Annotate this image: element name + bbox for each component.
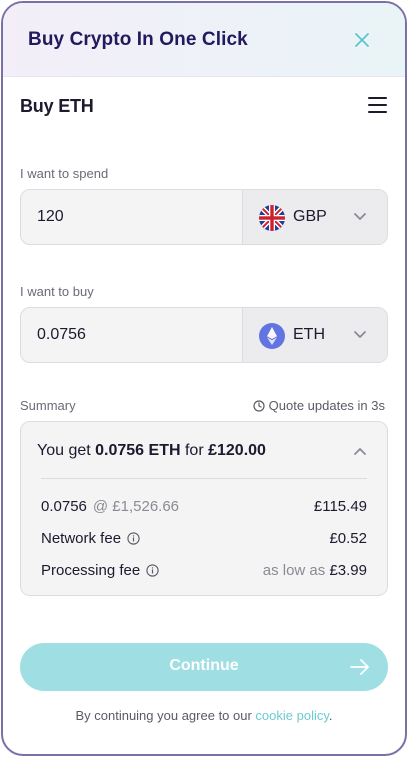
network-fee-value: £0.52 — [329, 530, 367, 547]
summary-divider — [41, 478, 367, 479]
cookie-policy-link[interactable]: cookie policy — [255, 708, 328, 723]
summary-toggle[interactable]: You get 0.0756 ETH for £120.00 — [37, 442, 266, 460]
terms-prefix: By continuing you agree to our — [75, 708, 256, 723]
chevron-up-icon[interactable] — [353, 446, 367, 456]
quote-timer-text: Quote updates in 3s — [268, 398, 385, 413]
menu-button[interactable] — [368, 97, 390, 115]
summary-head-price: £120.00 — [208, 442, 266, 459]
rate-total: £115.49 — [313, 498, 367, 515]
processing-fee-label: Processing fee — [41, 562, 141, 579]
buy-currency-code: ETH — [293, 326, 325, 343]
info-icon[interactable] — [127, 532, 140, 545]
summary-panel: You get 0.0756 ETH for £120.00 0.0756 @ … — [20, 421, 388, 596]
spend-currency-select[interactable]: GBP — [242, 190, 387, 244]
processing-fee-row: Processing fee as low as £3.99 — [41, 562, 367, 582]
spend-label: I want to spend — [20, 166, 109, 181]
close-icon — [355, 33, 369, 47]
chevron-down-icon — [354, 213, 366, 220]
arrow-right-icon — [350, 659, 369, 675]
hamburger-menu-icon — [368, 97, 390, 113]
spend-field: 120 GBP — [20, 189, 388, 245]
uk-flag-icon — [259, 205, 285, 231]
ethereum-icon — [259, 323, 285, 349]
network-fee-label: Network fee — [41, 530, 122, 547]
terms-suffix: . — [328, 708, 333, 723]
page-title: Buy ETH — [20, 96, 94, 116]
clock-icon — [253, 399, 265, 412]
buy-label: I want to buy — [20, 284, 94, 299]
processing-fee-value: £3.99 — [329, 562, 367, 579]
buy-field: 0.0756 ETH — [20, 307, 388, 363]
summary-head-for: for — [180, 442, 209, 459]
rate-price: @ £1,526.66 — [92, 498, 180, 515]
processing-fee-prefix: as low as — [262, 562, 330, 579]
buy-currency-select[interactable]: ETH — [242, 308, 387, 362]
continue-label: Continue — [169, 657, 239, 674]
close-button[interactable] — [351, 29, 373, 51]
quote-timer: Quote updates in 3s — [253, 398, 385, 413]
info-icon[interactable] — [146, 564, 159, 577]
terms-text: By continuing you agree to our cookie po… — [3, 708, 405, 723]
network-fee-row: Network fee £0.52 — [41, 530, 367, 550]
buy-header: Buy ETH — [20, 93, 390, 123]
summary-head-amount: 0.0756 ETH — [95, 442, 181, 459]
summary-head-prefix: You get — [37, 442, 96, 459]
summary-label: Summary — [20, 398, 76, 413]
buy-amount-input[interactable]: 0.0756 — [37, 326, 86, 344]
rate-row: 0.0756 @ £1,526.66 £115.49 — [41, 498, 367, 518]
rate-amount: 0.0756 — [41, 498, 87, 515]
spend-currency-code: GBP — [293, 208, 327, 225]
widget-topbar: Buy Crypto In One Click — [3, 3, 405, 77]
widget-title: Buy Crypto In One Click — [28, 29, 248, 50]
continue-button[interactable]: Continue — [20, 643, 388, 691]
chevron-down-icon — [354, 331, 366, 338]
spend-amount-input[interactable]: 120 — [37, 208, 64, 226]
widget-frame: Buy Crypto In One Click Buy ETH I want t… — [1, 1, 407, 756]
